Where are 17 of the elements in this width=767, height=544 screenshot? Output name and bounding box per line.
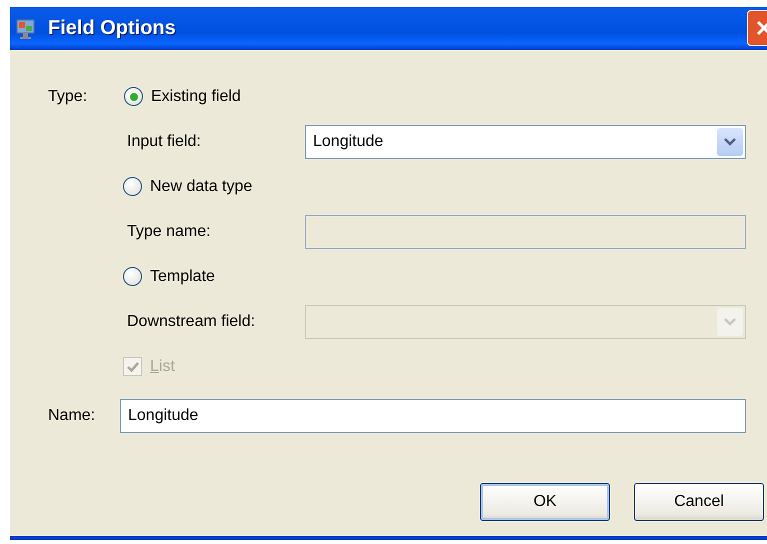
input-field-dropdown[interactable]: Longitude [305,124,746,158]
checkmark-icon [126,360,140,372]
type-name-label: Type name: [127,222,212,240]
chevron-down-icon [724,318,736,326]
dialog-button[interactable]: Cancel [634,483,764,521]
monitor-icon [16,18,36,40]
name-label: Name: [47,406,96,424]
radio-option[interactable]: Existing field [124,87,241,106]
downstream-field-label: Downstream field: [127,312,256,330]
radio-option[interactable]: Template [123,267,215,286]
input-field-label: Input field: [127,132,202,150]
dialog-button[interactable]: OK [480,483,610,521]
name-field[interactable]: Longitude [120,398,746,432]
type-label: Type: [47,88,88,106]
radio-option[interactable]: New data type [123,177,252,196]
chevron-down-icon [724,138,736,146]
window-title: Field Options [48,17,176,40]
